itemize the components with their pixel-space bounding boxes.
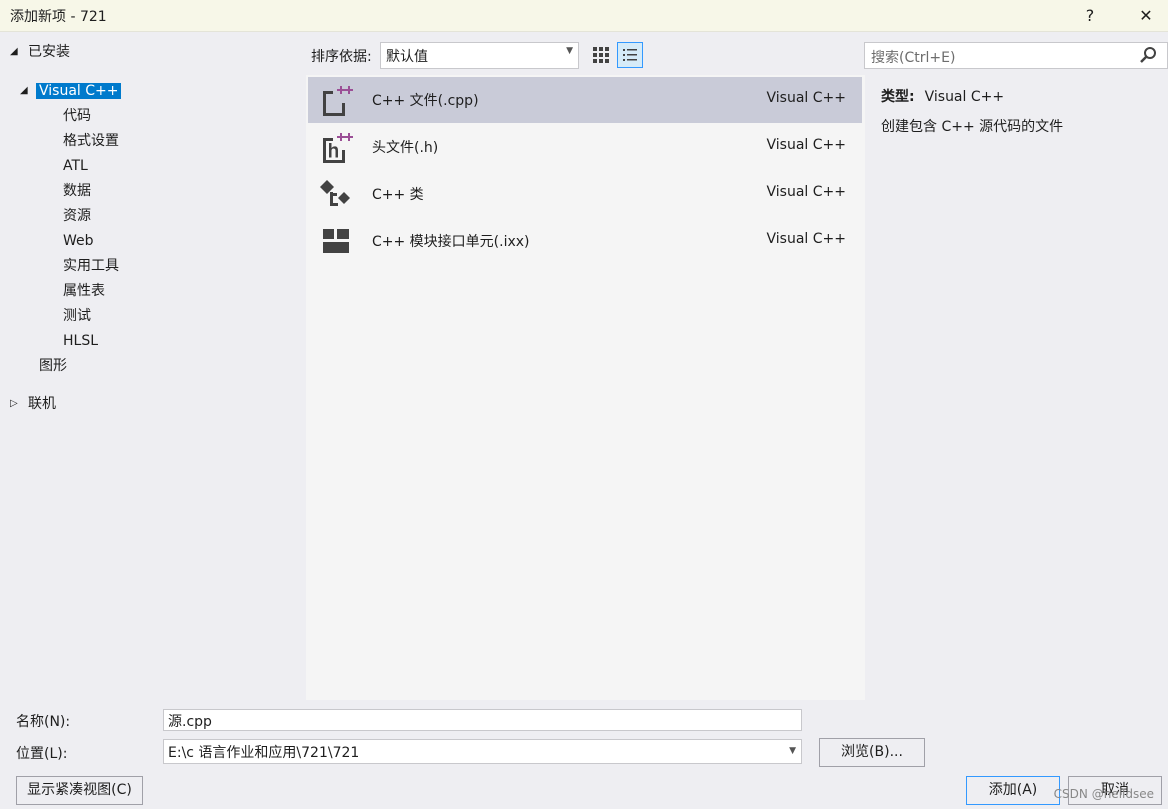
chevron-down-icon: ▼ xyxy=(566,46,573,56)
header-file-icon xyxy=(323,133,353,163)
form-area: 名称(N): 源.cpp 位置(L): E:\c 语言作业和应用\721\721… xyxy=(0,700,1168,809)
cpp-file-icon xyxy=(323,86,353,116)
expanded-arrow-icon[interactable]: ◢ xyxy=(20,86,30,96)
tree-item-installed[interactable]: ◢ 已安装 xyxy=(10,41,70,63)
type-label: 类型: xyxy=(881,89,915,105)
sort-dropdown[interactable]: 默认值 ▼ xyxy=(380,42,579,69)
search-placeholder: 搜索(Ctrl+E) xyxy=(871,50,956,66)
chevron-down-icon[interactable]: ▼ xyxy=(789,746,796,756)
tree-item-label: HLSL xyxy=(63,333,99,349)
item-language: Visual C++ xyxy=(766,231,846,247)
tree-item[interactable]: ATL xyxy=(63,155,88,177)
tree-item-label: 实用工具 xyxy=(63,258,119,274)
tree-item-graphics[interactable]: 图形 xyxy=(39,355,67,377)
tree-item-label: 联机 xyxy=(28,396,56,412)
tree-item[interactable]: 数据 xyxy=(63,180,91,202)
template-tree: ◢ 已安装 ◢ Visual C++ 代码格式设置 ATL 数据资源 Web 实用工具属… xyxy=(0,33,306,700)
tree-item-label: 数据 xyxy=(63,183,91,199)
sort-value: 默认值 xyxy=(386,49,428,65)
search-input[interactable]: 搜索(Ctrl+E) xyxy=(864,42,1168,69)
grid-view-button[interactable] xyxy=(588,42,614,68)
item-name: C++ 模块接口单元(.ixx) xyxy=(372,234,530,250)
name-value: 源.cpp xyxy=(168,714,212,730)
tree-item[interactable]: 格式设置 xyxy=(63,130,119,152)
list-item[interactable]: C++ 模块接口单元(.ixx) Visual C++ xyxy=(308,218,862,264)
list-item[interactable]: C++ 文件(.cpp) Visual C++ xyxy=(308,77,862,123)
list-item[interactable]: 头文件(.h) Visual C++ xyxy=(308,124,862,170)
name-label: 名称(N): xyxy=(16,714,71,730)
item-name: 头文件(.h) xyxy=(372,140,439,156)
compact-view-button[interactable]: 显示紧凑视图(C) xyxy=(16,776,143,805)
tree-item-label: 图形 xyxy=(39,358,67,374)
tree-item-label: 属性表 xyxy=(63,283,105,299)
module-interface-icon xyxy=(323,229,349,253)
item-language: Visual C++ xyxy=(766,137,846,153)
tree-item-label: 资源 xyxy=(63,208,91,224)
help-button[interactable]: ? xyxy=(1075,3,1105,29)
cpp-class-icon xyxy=(320,180,350,206)
window-title: 添加新项 - 721 xyxy=(10,9,107,25)
item-name: C++ 文件(.cpp) xyxy=(372,93,479,109)
tree-item[interactable]: 代码 xyxy=(63,105,91,127)
tree-item[interactable]: 资源 xyxy=(63,205,91,227)
title-bar: 添加新项 - 721 ? ✕ xyxy=(0,0,1168,32)
item-language: Visual C++ xyxy=(766,184,846,200)
collapsed-arrow-icon[interactable]: ▷ xyxy=(10,399,20,409)
tree-item-label: 测试 xyxy=(63,308,91,324)
tree-item-label: ATL xyxy=(63,158,88,174)
item-language: Visual C++ xyxy=(766,90,846,106)
tree-item-online[interactable]: ▷ 联机 xyxy=(10,393,56,415)
grid-view-icon xyxy=(593,47,609,63)
list-view-button[interactable] xyxy=(617,42,643,68)
add-button[interactable]: 添加(A) xyxy=(966,776,1060,805)
expanded-arrow-icon[interactable]: ◢ xyxy=(10,47,20,57)
tree-item[interactable]: HLSL xyxy=(63,330,98,352)
location-label: 位置(L): xyxy=(16,746,68,762)
list-view-icon xyxy=(623,49,637,61)
tree-item-label: 已安装 xyxy=(28,44,70,60)
item-name: C++ 类 xyxy=(372,187,424,203)
tree-item-label: 代码 xyxy=(63,108,91,124)
tree-item-label: Visual C++ xyxy=(36,83,122,99)
browse-button[interactable]: 浏览(B)... xyxy=(819,738,925,767)
location-value: E:\c 语言作业和应用\721\721 xyxy=(168,745,360,761)
tree-item[interactable]: 测试 xyxy=(63,305,91,327)
type-line: 类型: Visual C++ xyxy=(881,86,1004,106)
tree-item[interactable]: 属性表 xyxy=(63,280,105,302)
type-value: Visual C++ xyxy=(924,89,1005,105)
close-button[interactable]: ✕ xyxy=(1131,3,1161,29)
location-combo[interactable]: E:\c 语言作业和应用\721\721 ▼ xyxy=(163,739,802,764)
tree-item-label: Web xyxy=(63,233,94,249)
name-input[interactable]: 源.cpp xyxy=(163,709,802,731)
search-icon[interactable] xyxy=(1139,46,1157,64)
tree-item-visual-cpp[interactable]: ◢ Visual C++ xyxy=(20,80,122,102)
tree-item-label: 格式设置 xyxy=(63,133,119,149)
watermark: CSDN @helldsee xyxy=(1053,787,1154,801)
details-panel: 类型: Visual C++ 创建包含 C++ 源代码的文件 xyxy=(865,75,1168,700)
tree-item[interactable]: Web xyxy=(63,230,94,252)
sort-label: 排序依据: xyxy=(311,49,372,65)
list-item[interactable]: C++ 类 Visual C++ xyxy=(308,171,862,217)
tree-item[interactable]: 实用工具 xyxy=(63,255,119,277)
template-list: C++ 文件(.cpp) Visual C++ 头文件(.h) Visual C… xyxy=(306,75,865,700)
description: 创建包含 C++ 源代码的文件 xyxy=(881,119,1064,135)
